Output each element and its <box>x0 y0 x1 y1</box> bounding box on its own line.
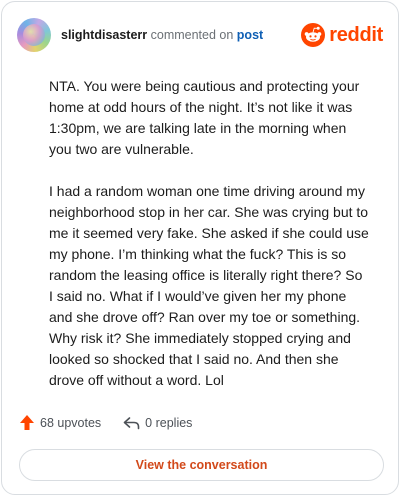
comment-paragraph: NTA. You were being cautious and protect… <box>49 78 360 157</box>
comment-card: slightdisasterr commented on post reddit… <box>1 1 399 495</box>
comment-stats: 68 upvotes 0 replies <box>19 414 192 431</box>
post-link[interactable]: post <box>237 28 263 42</box>
reply-arrow-icon <box>123 416 140 429</box>
upvotes-stat[interactable]: 68 upvotes <box>19 414 101 431</box>
replies-stat[interactable]: 0 replies <box>123 416 192 430</box>
reddit-logo[interactable]: reddit <box>301 23 383 47</box>
comment-meta: slightdisasterr commented on post <box>61 27 263 43</box>
replies-count: 0 replies <box>145 415 193 430</box>
username-link[interactable]: slightdisasterr <box>61 28 147 42</box>
comment-body: NTA. You were being cautious and protect… <box>49 76 369 412</box>
comment-paragraph: I had a random woman one time driving ar… <box>49 183 369 388</box>
reddit-wordmark: reddit <box>329 23 383 46</box>
comment-header: slightdisasterr commented on post reddit <box>17 17 383 53</box>
commented-on-text: commented on <box>150 28 234 42</box>
upvote-arrow-icon <box>20 415 34 430</box>
view-conversation-button[interactable]: View the conversation <box>19 449 384 481</box>
upvotes-count: 68 upvotes <box>40 415 102 430</box>
avatar[interactable] <box>17 18 51 52</box>
reddit-snoo-icon <box>301 23 326 47</box>
